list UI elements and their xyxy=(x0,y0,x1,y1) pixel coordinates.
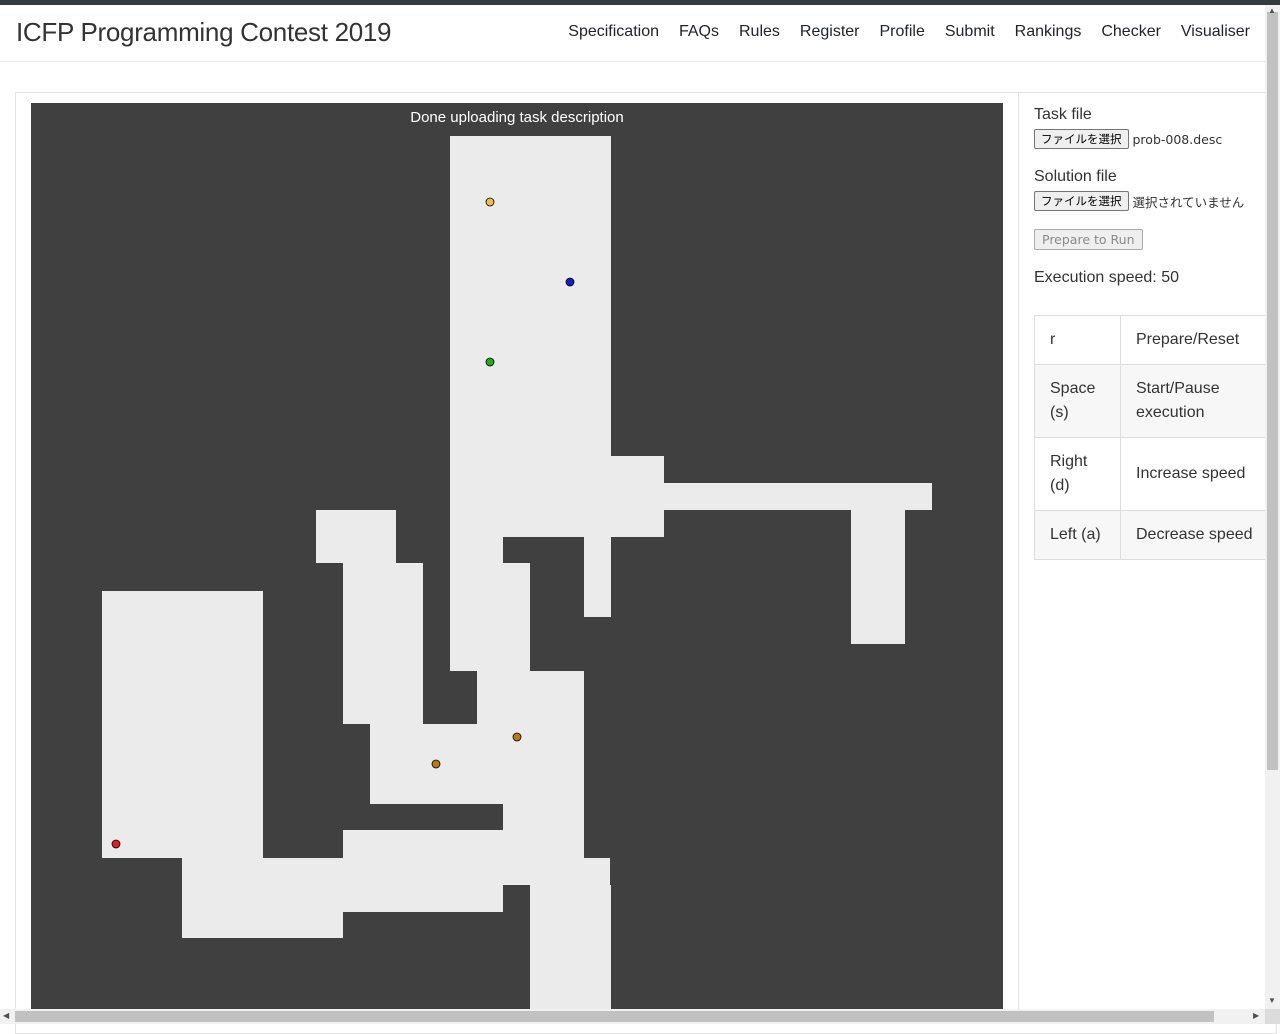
scrollbar-corner xyxy=(1265,1009,1280,1024)
upload-status-text: Done uploading task description xyxy=(410,109,624,126)
floor-region xyxy=(503,456,664,483)
floor-region xyxy=(343,563,423,724)
nav-links: Specification FAQs Rules Register Profil… xyxy=(548,22,1250,42)
floor-region xyxy=(477,778,503,804)
execution-speed-text: Execution speed: 50 xyxy=(1034,269,1179,286)
solution-file-name: 選択されていません xyxy=(1132,194,1245,210)
floor-region xyxy=(182,912,343,938)
prepare-to-run-button[interactable]: Prepare to Run xyxy=(1034,229,1143,250)
vertical-scrollbar-thumb[interactable] xyxy=(1267,12,1278,770)
booster-orange-marker xyxy=(431,759,441,769)
nav-link-rules[interactable]: Rules xyxy=(739,22,780,42)
floor-region xyxy=(503,563,530,671)
floor-region xyxy=(584,537,611,617)
shortcut-key: Right (d) xyxy=(1034,437,1121,511)
booster-orange-marker xyxy=(512,732,522,742)
map-drawing xyxy=(102,136,932,1013)
floor-region xyxy=(370,724,530,804)
control-panel: Task file ファイルを選択 prob-008.desc Solution… xyxy=(1034,103,1265,287)
solution-file-choose-button[interactable]: ファイルを選択 xyxy=(1034,191,1129,211)
shortcut-action: Prepare/Reset xyxy=(1120,315,1270,365)
nav-link-faqs[interactable]: FAQs xyxy=(679,22,719,42)
scroll-left-arrow-icon[interactable]: ◀ xyxy=(3,1011,9,1021)
nav-link-register[interactable]: Register xyxy=(800,22,860,42)
scroll-down-arrow-icon[interactable]: ▼ xyxy=(1268,996,1276,1006)
task-file-label: Task file xyxy=(1034,106,1092,123)
nav-link-visualiser[interactable]: Visualiser xyxy=(1181,22,1250,42)
table-row: Space (s) Start/Pause execution xyxy=(1034,364,1270,438)
floor-region xyxy=(503,858,610,885)
shortcut-action: Increase speed xyxy=(1120,437,1270,511)
floor-region xyxy=(530,885,611,1013)
floor-region xyxy=(450,456,503,483)
navbar: ICFP Programming Contest 2019 Specificat… xyxy=(0,5,1265,62)
task-file-input[interactable]: ファイルを選択 prob-008.desc xyxy=(1034,129,1265,149)
keyboard-shortcut-table: r Prepare/Reset Space (s) Start/Pause ex… xyxy=(1034,315,1270,560)
task-file-choose-button[interactable]: ファイルを選択 xyxy=(1034,129,1129,149)
nav-link-submit[interactable]: Submit xyxy=(945,22,995,42)
floor-region xyxy=(182,858,503,912)
card-divider xyxy=(1018,93,1019,1013)
floor-region xyxy=(343,830,584,858)
booster-yellow-marker xyxy=(485,197,495,207)
booster-blue-marker xyxy=(565,277,575,287)
nav-link-rankings[interactable]: Rankings xyxy=(1015,22,1082,42)
nav-link-checker[interactable]: Checker xyxy=(1101,22,1161,42)
table-row: Right (d) Increase speed xyxy=(1034,437,1270,511)
shortcut-key: Space (s) xyxy=(1034,364,1121,438)
shortcut-key: Left (a) xyxy=(1034,510,1121,560)
map-floor xyxy=(102,136,932,1013)
task-file-name: prob-008.desc xyxy=(1132,131,1223,147)
floor-region xyxy=(851,510,905,644)
solution-file-input[interactable]: ファイルを選択 選択されていません xyxy=(1034,191,1265,211)
worker-red-marker xyxy=(111,839,121,849)
floor-region xyxy=(503,804,530,830)
visualiser-canvas[interactable]: Done uploading task description xyxy=(31,103,1003,1013)
floor-region xyxy=(102,591,263,858)
floor-region xyxy=(450,136,611,456)
scroll-right-arrow-icon[interactable]: ▶ xyxy=(1253,1011,1259,1021)
table-row: Left (a) Decrease speed xyxy=(1034,510,1270,560)
floor-region xyxy=(316,510,396,563)
nav-link-profile[interactable]: Profile xyxy=(879,22,924,42)
table-row: r Prepare/Reset xyxy=(1034,315,1270,365)
nav-link-specification[interactable]: Specification xyxy=(568,22,659,42)
booster-green-marker xyxy=(485,357,495,367)
floor-region xyxy=(664,483,932,510)
shortcut-key: r xyxy=(1034,315,1121,365)
floor-region xyxy=(450,537,503,671)
shortcut-action: Start/Pause execution xyxy=(1120,364,1270,438)
shortcut-action: Decrease speed xyxy=(1120,510,1270,560)
solution-file-label: Solution file xyxy=(1034,168,1117,185)
horizontal-scrollbar-thumb[interactable] xyxy=(15,1011,1214,1022)
scroll-up-arrow-icon[interactable]: ▲ xyxy=(1268,6,1276,16)
site-brand[interactable]: ICFP Programming Contest 2019 xyxy=(16,17,392,48)
floor-region xyxy=(450,483,664,537)
